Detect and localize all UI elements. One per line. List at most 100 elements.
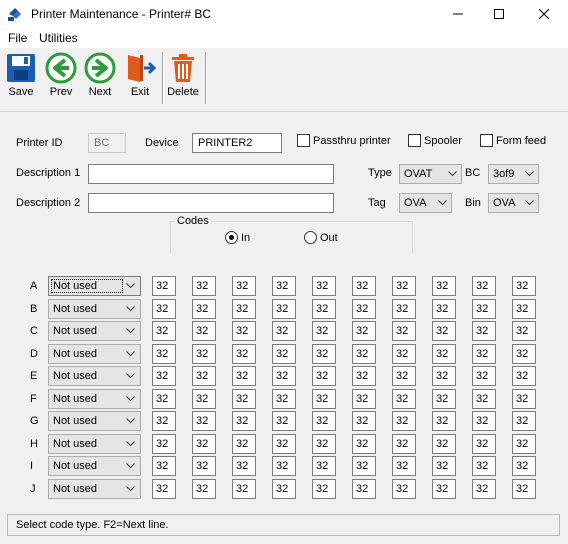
code-cell[interactable]: 32 (192, 299, 216, 319)
code-cell[interactable]: 32 (472, 321, 496, 341)
code-cell[interactable]: 32 (152, 479, 176, 499)
code-cell[interactable]: 32 (192, 321, 216, 341)
close-button[interactable] (526, 0, 562, 28)
delete-button[interactable]: Delete (164, 50, 202, 106)
code-cell[interactable]: 32 (472, 411, 496, 431)
code-cell[interactable]: 32 (472, 366, 496, 386)
code-cell[interactable]: 32 (432, 434, 456, 454)
code-cell[interactable]: 32 (472, 456, 496, 476)
code-cell[interactable]: 32 (272, 276, 296, 296)
row-type-select[interactable]: Not used (48, 299, 141, 319)
code-cell[interactable]: 32 (232, 434, 256, 454)
bc-select[interactable]: 3of9 (488, 164, 539, 184)
row-type-select[interactable]: Not used (48, 411, 141, 431)
code-cell[interactable]: 32 (352, 434, 376, 454)
code-cell[interactable]: 32 (392, 456, 416, 476)
code-cell[interactable]: 32 (232, 411, 256, 431)
code-cell[interactable]: 32 (392, 434, 416, 454)
code-cell[interactable]: 32 (512, 276, 536, 296)
minimize-button[interactable] (440, 0, 476, 28)
code-cell[interactable]: 32 (432, 366, 456, 386)
codes-in-radio[interactable] (225, 231, 238, 244)
code-cell[interactable]: 32 (392, 411, 416, 431)
type-select[interactable]: OVAT (399, 164, 462, 184)
code-cell[interactable]: 32 (432, 344, 456, 364)
code-cell[interactable]: 32 (392, 276, 416, 296)
spooler-checkbox[interactable] (408, 134, 421, 147)
code-cell[interactable]: 32 (272, 389, 296, 409)
code-cell[interactable]: 32 (432, 411, 456, 431)
row-type-select[interactable]: Not used (48, 389, 141, 409)
code-cell[interactable]: 32 (192, 276, 216, 296)
code-cell[interactable]: 32 (232, 299, 256, 319)
code-cell[interactable]: 32 (432, 456, 456, 476)
code-cell[interactable]: 32 (512, 321, 536, 341)
code-cell[interactable]: 32 (352, 366, 376, 386)
row-type-select[interactable]: Not used (48, 456, 141, 476)
code-cell[interactable]: 32 (432, 389, 456, 409)
code-cell[interactable]: 32 (232, 276, 256, 296)
code-cell[interactable]: 32 (152, 389, 176, 409)
formfeed-checkbox[interactable] (480, 134, 493, 147)
code-cell[interactable]: 32 (432, 276, 456, 296)
code-cell[interactable]: 32 (512, 456, 536, 476)
row-type-select[interactable]: Not used (48, 366, 141, 386)
code-cell[interactable]: 32 (472, 479, 496, 499)
code-cell[interactable]: 32 (512, 479, 536, 499)
code-cell[interactable]: 32 (432, 321, 456, 341)
code-cell[interactable]: 32 (472, 276, 496, 296)
code-cell[interactable]: 32 (352, 321, 376, 341)
code-cell[interactable]: 32 (312, 456, 336, 476)
code-cell[interactable]: 32 (312, 479, 336, 499)
code-cell[interactable]: 32 (352, 299, 376, 319)
code-cell[interactable]: 32 (472, 389, 496, 409)
tag-select[interactable]: OVA (399, 193, 452, 213)
code-cell[interactable]: 32 (512, 434, 536, 454)
code-cell[interactable]: 32 (312, 366, 336, 386)
code-cell[interactable]: 32 (272, 411, 296, 431)
code-cell[interactable]: 32 (352, 276, 376, 296)
code-cell[interactable]: 32 (192, 434, 216, 454)
row-type-select[interactable]: Not used (48, 276, 141, 296)
description1-field[interactable] (88, 164, 334, 184)
passthru-checkbox[interactable] (297, 134, 310, 147)
row-type-select[interactable]: Not used (48, 479, 141, 499)
code-cell[interactable]: 32 (352, 344, 376, 364)
code-cell[interactable]: 32 (352, 456, 376, 476)
code-cell[interactable]: 32 (232, 321, 256, 341)
code-cell[interactable]: 32 (192, 389, 216, 409)
code-cell[interactable]: 32 (152, 434, 176, 454)
next-button[interactable]: Next (81, 50, 119, 106)
code-cell[interactable]: 32 (152, 344, 176, 364)
code-cell[interactable]: 32 (192, 411, 216, 431)
menu-file[interactable]: File (8, 31, 27, 45)
code-cell[interactable]: 32 (232, 366, 256, 386)
code-cell[interactable]: 32 (152, 366, 176, 386)
code-cell[interactable]: 32 (512, 366, 536, 386)
code-cell[interactable]: 32 (312, 434, 336, 454)
code-cell[interactable]: 32 (272, 456, 296, 476)
code-cell[interactable]: 32 (512, 411, 536, 431)
code-cell[interactable]: 32 (432, 479, 456, 499)
code-cell[interactable]: 32 (512, 344, 536, 364)
code-cell[interactable]: 32 (272, 434, 296, 454)
code-cell[interactable]: 32 (192, 479, 216, 499)
code-cell[interactable]: 32 (312, 389, 336, 409)
code-cell[interactable]: 32 (392, 321, 416, 341)
code-cell[interactable]: 32 (272, 366, 296, 386)
code-cell[interactable]: 32 (352, 411, 376, 431)
code-cell[interactable]: 32 (392, 389, 416, 409)
code-cell[interactable]: 32 (392, 299, 416, 319)
code-cell[interactable]: 32 (152, 299, 176, 319)
codes-out-radio[interactable] (304, 231, 317, 244)
code-cell[interactable]: 32 (272, 299, 296, 319)
prev-button[interactable]: Prev (42, 50, 80, 106)
code-cell[interactable]: 32 (392, 344, 416, 364)
code-cell[interactable]: 32 (232, 456, 256, 476)
code-cell[interactable]: 32 (152, 456, 176, 476)
code-cell[interactable]: 32 (272, 479, 296, 499)
code-cell[interactable]: 32 (232, 389, 256, 409)
code-cell[interactable]: 32 (152, 276, 176, 296)
code-cell[interactable]: 32 (312, 411, 336, 431)
code-cell[interactable]: 32 (352, 479, 376, 499)
